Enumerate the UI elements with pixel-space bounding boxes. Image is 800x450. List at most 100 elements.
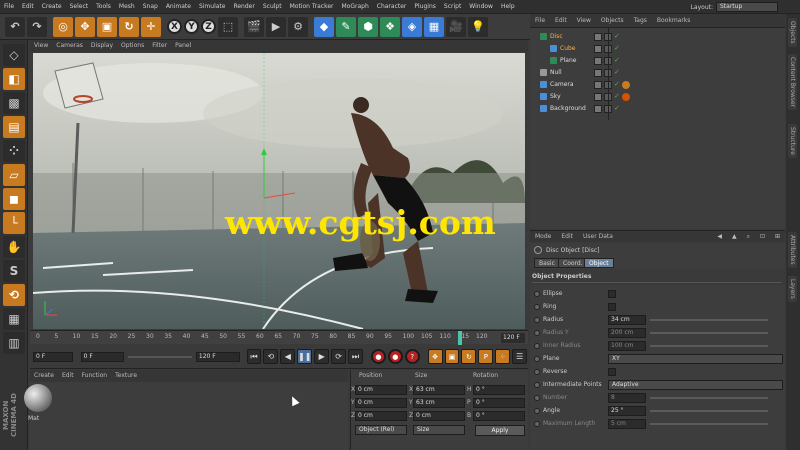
- go-to-end-icon[interactable]: ⏭: [348, 349, 363, 364]
- edges-mode-icon[interactable]: ▱: [3, 164, 25, 186]
- lock-icon[interactable]: ⊡: [755, 231, 770, 243]
- tab-attributes[interactable]: Attributes: [788, 232, 797, 268]
- object-name[interactable]: Disc: [550, 32, 563, 42]
- animate-radio-icon[interactable]: [534, 291, 540, 297]
- tab-objects[interactable]: Objects: [788, 18, 797, 47]
- material-menu-create[interactable]: Create: [30, 370, 58, 382]
- camera-icon[interactable]: 🎥: [446, 16, 466, 37]
- preview-min-field[interactable]: 0 F: [80, 351, 125, 362]
- undo-icon[interactable]: ↶: [5, 16, 25, 37]
- rotation-key-icon[interactable]: ↻: [461, 349, 477, 364]
- size-z-field[interactable]: 0 cm: [413, 411, 465, 421]
- menu-window[interactable]: Window: [465, 0, 497, 14]
- back-arrow-icon[interactable]: ◀: [712, 231, 727, 243]
- object-row[interactable]: Null ✓: [530, 68, 785, 78]
- points-mode-icon[interactable]: ⁘: [3, 140, 25, 162]
- live-selection-icon[interactable]: ◎: [53, 16, 73, 37]
- next-key-icon[interactable]: ⟳: [331, 349, 347, 364]
- grid-icon[interactable]: ▥: [3, 332, 25, 354]
- material-menu-function[interactable]: Function: [78, 370, 112, 382]
- rotate-tool-icon[interactable]: ↻: [119, 16, 139, 37]
- enabled-check-icon[interactable]: ✓: [614, 32, 620, 40]
- cube-icon[interactable]: ◆: [314, 16, 334, 37]
- scale-key-icon[interactable]: ▣: [444, 349, 460, 364]
- autokeying-icon[interactable]: ●: [387, 349, 403, 364]
- timeline-ruler[interactable]: 0 5 10 15 20 25 30 35 40 45 50 55 60 65 70 75 80 85 90 95 10…: [30, 330, 528, 345]
- tweak-mode-icon[interactable]: ✋: [3, 236, 25, 258]
- enabled-check-icon[interactable]: ✓: [614, 104, 620, 112]
- menu-tools[interactable]: Tools: [92, 0, 115, 14]
- go-to-start-icon[interactable]: ⏮: [246, 349, 262, 364]
- object-name[interactable]: Camera: [550, 80, 574, 90]
- material-preview-swatch[interactable]: [24, 384, 52, 412]
- enabled-check-icon[interactable]: ✓: [614, 92, 620, 100]
- animate-radio-icon[interactable]: [534, 317, 540, 323]
- size-y-field[interactable]: 63 cm: [413, 398, 465, 408]
- z-axis-lock-button[interactable]: Z: [201, 19, 216, 34]
- preview-range-slider[interactable]: [128, 355, 192, 358]
- om-menu-bookmarks[interactable]: Bookmarks: [652, 14, 696, 28]
- attribute-slider[interactable]: [650, 332, 768, 334]
- menu-mograph[interactable]: MoGraph: [338, 0, 373, 14]
- coordinate-mode-dropdown[interactable]: Object (Rel): [355, 425, 407, 435]
- animate-radio-icon[interactable]: [534, 369, 540, 375]
- position-key-icon[interactable]: ✥: [427, 349, 443, 364]
- menu-sculpt[interactable]: Sculpt: [259, 0, 286, 14]
- object-name[interactable]: Plane: [560, 56, 576, 66]
- end-frame-field[interactable]: 120 F: [195, 351, 240, 362]
- layer-flag-icon[interactable]: [594, 105, 602, 113]
- layer-flag-icon[interactable]: [594, 81, 602, 89]
- animate-radio-icon[interactable]: [534, 421, 540, 427]
- viewport-menu-panel[interactable]: Panel: [171, 40, 195, 52]
- recent-tool-icon[interactable]: ✛: [141, 16, 161, 37]
- record-active-objects-icon[interactable]: ●: [370, 349, 386, 364]
- animate-radio-icon[interactable]: [534, 330, 540, 336]
- spline-pen-icon[interactable]: ✎: [336, 16, 356, 37]
- menu-help[interactable]: Help: [497, 0, 519, 14]
- attribute-checkbox[interactable]: [608, 290, 616, 298]
- menu-motion-tracker[interactable]: Motion Tracker: [286, 0, 338, 14]
- protection-tag-icon[interactable]: [622, 81, 630, 89]
- layer-flag-icon[interactable]: [594, 33, 602, 41]
- attribute-value-field[interactable]: 25 °: [608, 406, 646, 416]
- tab-object[interactable]: Object: [584, 258, 614, 268]
- material-name[interactable]: Mat: [28, 415, 39, 422]
- tab-basic[interactable]: Basic: [534, 258, 560, 268]
- point-level-key-icon[interactable]: ⁘: [495, 349, 511, 364]
- next-frame-icon[interactable]: ▶: [314, 349, 330, 364]
- object-name[interactable]: Cube: [560, 44, 576, 54]
- tab-structure[interactable]: Structure: [788, 124, 797, 158]
- rotation-b-field[interactable]: 0 °: [473, 411, 525, 421]
- am-menu-user-data[interactable]: User Data: [578, 231, 618, 243]
- viewport-menu-view[interactable]: View: [30, 40, 52, 52]
- attribute-slider[interactable]: [650, 397, 768, 399]
- enable-snap-icon[interactable]: ⟲: [3, 284, 25, 306]
- menu-snap[interactable]: Snap: [139, 0, 162, 14]
- tab-layers[interactable]: Layers: [788, 276, 797, 302]
- object-row[interactable]: Sky ✓: [530, 92, 785, 102]
- deformer-icon[interactable]: ◈: [402, 16, 422, 37]
- menu-edit[interactable]: Edit: [18, 0, 38, 14]
- animate-radio-icon[interactable]: [534, 356, 540, 362]
- up-arrow-icon[interactable]: ▲: [727, 231, 742, 243]
- viewport-menu-filter[interactable]: Filter: [148, 40, 171, 52]
- viewport-menu-options[interactable]: Options: [117, 40, 148, 52]
- polygons-mode-icon[interactable]: ◼: [3, 188, 25, 210]
- attribute-slider[interactable]: [650, 319, 768, 321]
- texture-mode-icon[interactable]: ▩: [3, 92, 25, 114]
- animate-radio-icon[interactable]: [534, 343, 540, 349]
- render-picture-viewer-icon[interactable]: ▶: [266, 16, 286, 37]
- viewport-menu-cameras[interactable]: Cameras: [52, 40, 87, 52]
- object-row[interactable]: Cube ✓: [530, 44, 785, 54]
- position-x-field[interactable]: 0 cm: [355, 385, 407, 395]
- perspective-viewport[interactable]: www.cgtsj.com: [33, 53, 525, 329]
- object-row[interactable]: Plane ✓: [530, 56, 785, 66]
- object-name[interactable]: Background: [550, 104, 586, 114]
- attribute-value-field[interactable]: 34 cm: [608, 315, 646, 325]
- attribute-dropdown[interactable]: XY: [608, 354, 783, 364]
- am-menu-edit[interactable]: Edit: [556, 231, 578, 243]
- attribute-value-field[interactable]: 200 cm: [608, 328, 646, 338]
- layer-flag-icon[interactable]: [594, 93, 602, 101]
- layer-flag-icon[interactable]: [594, 45, 602, 53]
- render-view-icon[interactable]: 🎬: [244, 16, 264, 37]
